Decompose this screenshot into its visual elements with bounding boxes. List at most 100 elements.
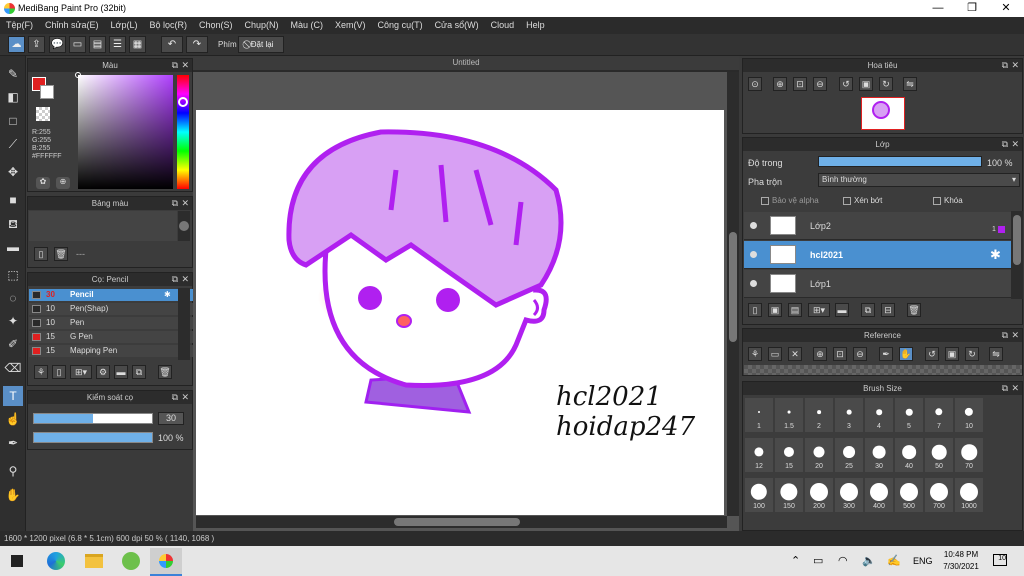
brush-size-option[interactable]: 5 [895,398,923,432]
popout-icon[interactable]: ⧉ [1002,59,1008,72]
palette-scrollbar[interactable] [178,211,190,241]
ref-zoom-out-icon[interactable]: ⊖ [853,347,867,361]
text-tool-icon[interactable]: T [3,386,23,406]
ref-flip-icon[interactable]: ⇋ [989,347,1003,361]
popout-icon[interactable]: ⧉ [172,273,178,286]
layer-folder-icon[interactable]: ▬ [835,303,849,317]
brush-size-option[interactable]: 1000 [955,478,983,512]
new-layer-8bit-icon[interactable]: ▣ [768,303,782,317]
brush-size-option[interactable]: 12 [745,438,773,472]
ref-hand-icon[interactable]: ✋ [899,347,913,361]
brush-size-option[interactable]: 150 [775,478,803,512]
ref-zoom-in-icon[interactable]: ⊕ [813,347,827,361]
visibility-eye-icon[interactable] [750,280,757,287]
windows-start-icon[interactable] [11,555,23,567]
duplicate-layer-icon[interactable]: ⧉ [861,303,875,317]
volume-icon[interactable]: 🔈 [862,554,876,567]
chevron-up-icon[interactable]: ⌃ [791,554,800,567]
brush-size-option[interactable]: 400 [865,478,893,512]
navigator-thumbnail[interactable] [861,97,905,130]
menu-item[interactable]: Help [520,17,551,34]
close-ref-icon[interactable]: ✕ [788,347,802,361]
brush-size-option[interactable]: 50 [925,438,953,472]
brush-size-option[interactable]: 70 [955,438,983,472]
menu-item[interactable]: Lớp(L) [105,17,144,34]
wifi-icon[interactable]: ◠ [838,554,848,567]
edit-brush-icon[interactable]: ⚙ [96,365,110,379]
layer-row[interactable]: Lớp1 [744,270,1012,298]
new-brush-icon[interactable]: ▯ [52,365,66,379]
menu-item[interactable]: Chọn(S) [193,17,239,34]
operation-icon[interactable]: ☝ [3,409,23,429]
maximize-button[interactable]: ❐ [955,0,989,17]
brush-size-option[interactable]: 25 [835,438,863,472]
protect-alpha-checkbox[interactable]: Bảo vệ alpha [761,196,819,205]
secondary-color-swatch[interactable] [40,85,54,99]
brush-size-option[interactable]: 4 [865,398,893,432]
battery-icon[interactable]: ▭ [813,554,823,567]
file-explorer-icon[interactable] [85,554,103,568]
menu-item[interactable]: Tệp(F) [0,17,39,34]
menu-item[interactable]: Công cụ(T) [372,17,429,34]
color-mode-icon[interactable]: ⊕ [56,177,70,189]
menu-item[interactable]: Chỉnh sửa(E) [39,17,105,34]
opacity-slider[interactable] [33,432,153,443]
popout-icon[interactable]: ⧉ [172,59,178,72]
new-layer-icon[interactable]: ▯ [748,303,762,317]
popout-icon[interactable]: ⧉ [172,197,178,210]
select-eraser-icon[interactable]: ⌫ [3,358,23,378]
close-icon[interactable]: ✕ [1011,382,1019,395]
grid-icon[interactable]: ▦ [129,36,146,53]
undo-button[interactable]: ↶ [161,36,183,53]
share-icon[interactable]: ⇪ [28,36,45,53]
comment-icon[interactable]: 💬 [49,36,66,53]
lock-checkbox[interactable]: Khóa [933,196,963,205]
visibility-eye-icon[interactable] [750,251,757,258]
brush-size-option[interactable]: 2 [805,398,833,432]
brush-size-option[interactable]: 7 [925,398,953,432]
ref-reset-icon[interactable]: ▣ [945,347,959,361]
rotate-right-icon[interactable]: ↻ [879,77,893,91]
size-slider[interactable] [33,413,153,424]
hand-icon[interactable]: ✋ [3,485,23,505]
brush-size-option[interactable]: 300 [835,478,863,512]
menu-item[interactable]: Cửa sổ(W) [429,17,485,34]
brush-size-option[interactable]: 200 [805,478,833,512]
gradient-icon[interactable]: ▬ [3,237,23,257]
dropper-icon[interactable]: ✒ [3,433,23,453]
chat-icon[interactable]: ▭ [69,36,86,53]
fill-rect-icon[interactable]: ■ [3,190,23,210]
eraser-icon[interactable]: ◧ [3,87,23,107]
folder-icon[interactable]: ▬ [114,365,128,379]
merge-layer-icon[interactable]: ⊟ [881,303,895,317]
add-brush-icon[interactable]: ⊞▾ [70,365,92,379]
close-icon[interactable]: ✕ [181,197,189,210]
add-palette-icon[interactable]: ▯ [34,247,48,261]
zoom-in-icon[interactable]: ⊕ [773,77,787,91]
brush-size-option[interactable]: 15 [775,438,803,472]
ref-dropper-icon[interactable]: ✒ [879,347,893,361]
canvas-paper[interactable]: hcl2021 hoidap247 [196,110,724,515]
delete-layer-icon[interactable]: 🗑 [907,303,921,317]
delete-brush-icon[interactable]: 🗑 [158,365,172,379]
redo-button[interactable]: ↷ [186,36,208,53]
reset-rotate-icon[interactable]: ▣ [859,77,873,91]
brush-size-option[interactable]: 100 [745,478,773,512]
rotate-left-icon[interactable]: ↺ [839,77,853,91]
close-icon[interactable]: ✕ [181,59,189,72]
close-button[interactable]: ✕ [989,0,1023,17]
minimize-button[interactable]: — [921,0,955,17]
popout-icon[interactable]: ⧉ [172,391,178,404]
eyedropper-icon[interactable]: ⚲ [3,461,23,481]
close-icon[interactable]: ✕ [1011,329,1019,342]
zoom-out-icon[interactable]: ⊖ [813,77,827,91]
popout-icon[interactable]: ⧉ [1002,138,1008,151]
clip-checkbox[interactable]: Xén bớt [843,196,882,205]
transparent-swatch[interactable] [36,107,50,121]
edge-icon[interactable] [47,552,65,570]
brush-size-option[interactable]: 40 [895,438,923,472]
reset-button[interactable]: ⃠ Đặt lại [238,36,284,53]
vertical-scrollbar[interactable] [727,72,739,516]
clock[interactable]: 10:48 PM 7/30/2021 [938,549,984,573]
visibility-eye-icon[interactable] [750,222,757,229]
